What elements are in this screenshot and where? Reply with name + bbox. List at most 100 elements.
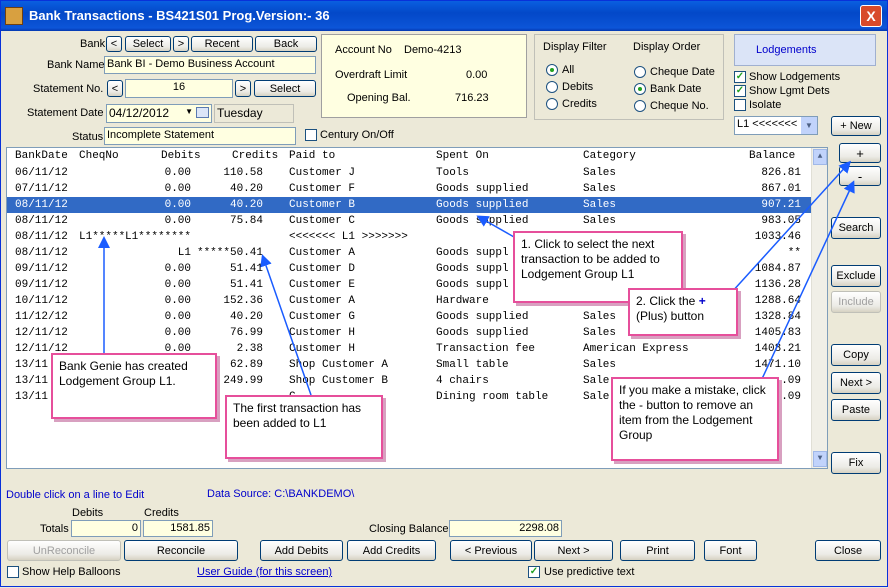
filter-debits-radio[interactable] (546, 81, 558, 93)
cell-credits: 249.99 (223, 375, 263, 387)
cell-paid-to: Customer J (289, 167, 356, 179)
cell-balance: 1084.87 (754, 263, 801, 275)
copy-button[interactable]: Copy (831, 344, 881, 366)
col-spent-on[interactable]: Spent On (436, 150, 489, 162)
statement-prev-button[interactable]: < (107, 80, 123, 97)
statement-date-field[interactable]: 04/12/2012 ▼ (106, 104, 212, 123)
bank-select-button[interactable]: Select (125, 36, 171, 52)
unreconcile-button[interactable]: UnReconcile (7, 540, 121, 561)
statement-no-field[interactable]: 16 (125, 79, 233, 98)
calendar-icon[interactable] (196, 107, 209, 118)
status-field[interactable]: Incomplete Statement (104, 127, 296, 145)
table-row[interactable]: 08/11/12 0.00 40.20 Customer B Goods supplie… (7, 197, 813, 213)
isolate-checkbox[interactable] (734, 99, 746, 111)
bank-prev-button[interactable]: < (106, 36, 122, 52)
close-window-button[interactable]: X (860, 5, 882, 27)
show-lgmt-dets-checkbox[interactable]: ✓ (734, 85, 746, 97)
cell-bankdate: 09/11/12 (15, 279, 68, 291)
cell-paid-to: Customer D (289, 263, 356, 275)
lodgement-group-select[interactable]: L1 <<<<<<< ▼ (734, 116, 818, 135)
exclude-button[interactable]: Exclude (831, 265, 881, 287)
cell-paid-to: Customer A (289, 247, 356, 259)
cell-debits: 0.00 (164, 199, 191, 211)
table-row[interactable]: 08/11/12 0.00 75.84 Customer C Goods supplie… (7, 213, 813, 229)
credits-total-field: 1581.85 (143, 520, 213, 537)
col-balance[interactable]: Balance (749, 150, 795, 162)
table-row[interactable]: 06/11/12 0.00 110.58 Customer J Tools Sales 82… (7, 165, 813, 181)
print-button[interactable]: Print (620, 540, 695, 561)
grid-scrollbar[interactable]: ▲ ▼ (811, 148, 827, 468)
bank-recent-button[interactable]: Recent (191, 36, 253, 52)
col-credits[interactable]: Credits (232, 150, 278, 162)
scroll-down-icon[interactable]: ▼ (813, 451, 827, 467)
bank-name-field[interactable]: Bank BI - Demo Business Account (104, 56, 316, 74)
cell-balance: 1408.21 (754, 343, 801, 355)
col-bankdate[interactable]: BankDate (15, 150, 68, 162)
filter-all-label: All (562, 64, 575, 76)
cell-spent-on: 4 chairs (436, 375, 489, 387)
col-cheqno[interactable]: CheqNo (79, 150, 119, 162)
cell-bankdate: 13/11 (15, 359, 49, 371)
side-next-button[interactable]: Next > (831, 372, 881, 394)
cell-bankdate: 06/11/12 (15, 167, 68, 179)
double-click-hint: Double click on a line to Edit (6, 489, 145, 501)
statement-date-label: Statement Date (27, 107, 104, 119)
col-debits[interactable]: Debits (161, 150, 201, 162)
bank-back-button[interactable]: Back (255, 36, 317, 52)
help-balloons-checkbox[interactable] (7, 566, 19, 578)
plus-button[interactable]: + (839, 143, 881, 163)
filter-credits-radio[interactable] (546, 98, 558, 110)
predictive-text-checkbox[interactable]: ✓ (528, 566, 540, 578)
order-bank-date-radio[interactable] (634, 83, 646, 95)
include-button[interactable]: Include (831, 291, 881, 313)
search-button[interactable]: Search (831, 217, 881, 239)
font-button[interactable]: Font (704, 540, 757, 561)
cell-balance: 1288.64 (754, 295, 801, 307)
cell-paid-to: Customer B (289, 199, 356, 211)
add-credits-button[interactable]: Add Credits (347, 540, 436, 561)
scroll-up-icon[interactable]: ▲ (813, 149, 827, 165)
new-button[interactable]: + New (831, 116, 881, 136)
cell-category: Sales (583, 199, 617, 211)
century-checkbox[interactable] (305, 129, 317, 141)
show-lgmt-dets-label: Show Lgmt Dets (749, 85, 830, 97)
cell-debits: L1 (177, 247, 191, 259)
col-category[interactable]: Category (583, 150, 636, 162)
cell-credits: 110.58 (223, 167, 263, 179)
cell-balance: 867.01 (761, 183, 801, 195)
cell-spent-on: Goods supplied (436, 215, 529, 227)
close-button[interactable]: Close (815, 540, 881, 561)
app-icon (5, 7, 23, 25)
bank-next-button[interactable]: > (173, 36, 189, 52)
table-row[interactable]: 08/11/12 L1***** L1******** <<<<<<< L1 >>>>… (7, 229, 813, 245)
cell-paid-to: Customer H (289, 327, 356, 339)
previous-button[interactable]: < Previous (450, 540, 532, 561)
cell-credits: *****50.41 (196, 247, 263, 259)
col-paid-to[interactable]: Paid to (289, 150, 335, 162)
order-cheque-no-radio[interactable] (634, 100, 646, 112)
overdraft-label: Overdraft Limit (335, 69, 408, 81)
statement-next-button[interactable]: > (235, 80, 251, 97)
lodgements-button[interactable]: Lodgements (734, 34, 876, 66)
user-guide-link[interactable]: User Guide (for this screen) (197, 566, 332, 578)
table-row[interactable]: 08/11/12 L1 *****50.41 Customer A Goods supp… (7, 245, 813, 261)
overdraft-value: 0.00 (466, 69, 488, 81)
cell-paid-to: Shop Customer A (289, 359, 389, 371)
cell-debits: 0.00 (164, 167, 191, 179)
order-cheque-date-radio[interactable] (634, 66, 646, 78)
minus-button[interactable]: - (839, 166, 881, 186)
table-row[interactable]: 09/11/12 0.00 51.41 Customer D Goods suppl 10… (7, 261, 813, 277)
next-button[interactable]: Next > (534, 540, 613, 561)
filter-all-radio[interactable] (546, 64, 558, 76)
chevron-down-icon[interactable]: ▼ (185, 107, 193, 116)
table-row[interactable]: 07/11/12 0.00 40.20 Customer F Goods supplie… (7, 181, 813, 197)
callout-plus-symbol: + (698, 294, 706, 308)
cell-paid-to: Customer E (289, 279, 356, 291)
statement-select-button[interactable]: Select (254, 80, 316, 97)
show-lodgements-checkbox[interactable]: ✓ (734, 71, 746, 83)
reconcile-button[interactable]: Reconcile (124, 540, 238, 561)
chevron-down-icon[interactable]: ▼ (801, 117, 817, 134)
add-debits-button[interactable]: Add Debits (260, 540, 343, 561)
paste-button[interactable]: Paste (831, 399, 881, 421)
fix-button[interactable]: Fix (831, 452, 881, 474)
